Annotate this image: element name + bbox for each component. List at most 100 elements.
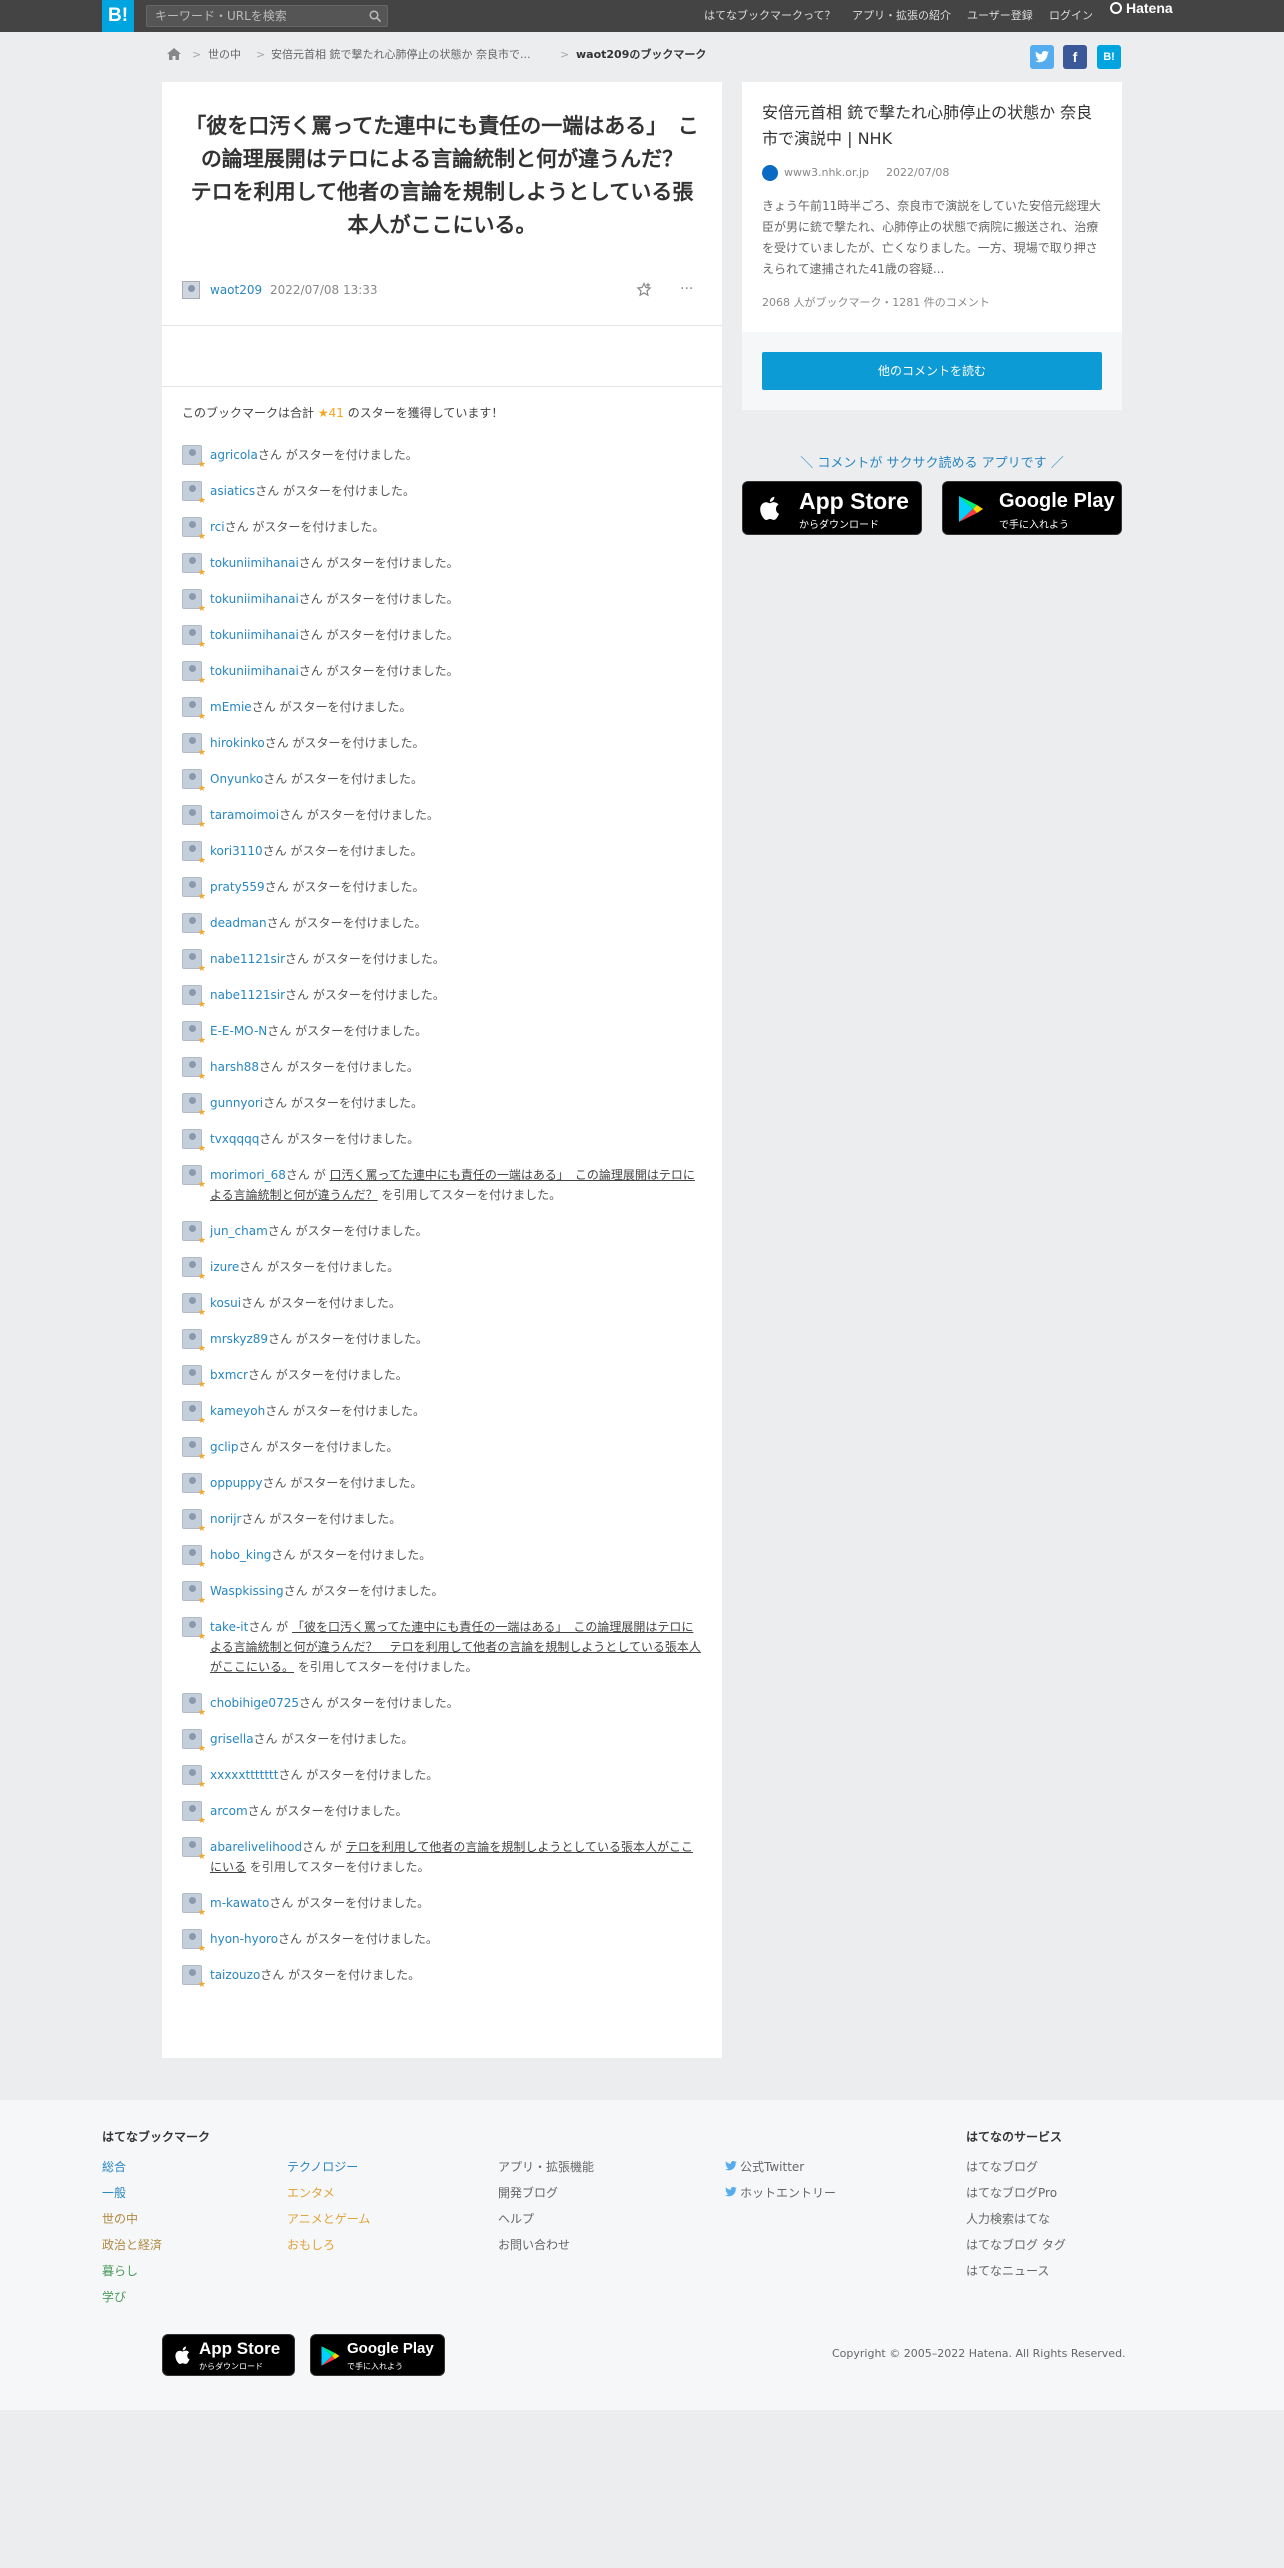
star-user-link[interactable]: tokuniimihanai bbox=[210, 556, 299, 570]
search-input[interactable]: キーワード・URLを検索 bbox=[146, 5, 388, 27]
avatar[interactable] bbox=[182, 1329, 206, 1354]
avatar[interactable] bbox=[182, 481, 206, 506]
avatar[interactable] bbox=[182, 517, 206, 542]
avatar[interactable] bbox=[182, 625, 206, 650]
avatar[interactable] bbox=[182, 1221, 206, 1246]
footer-link[interactable]: テクノロジー bbox=[287, 2158, 358, 2175]
star-user-link[interactable]: nabe1121sir bbox=[210, 952, 285, 966]
avatar[interactable] bbox=[182, 841, 206, 866]
star-user-link[interactable]: tokuniimihanai bbox=[210, 592, 299, 606]
avatar[interactable] bbox=[182, 1257, 206, 1282]
avatar[interactable] bbox=[182, 1437, 206, 1462]
star-user-link[interactable]: arcom bbox=[210, 1804, 248, 1818]
hatena-brand[interactable]: Hatena bbox=[1110, 0, 1173, 16]
star-user-link[interactable]: norijr bbox=[210, 1512, 241, 1526]
star-user-link[interactable]: chobihige0725 bbox=[210, 1696, 299, 1710]
avatar[interactable] bbox=[182, 1129, 206, 1154]
star-user-link[interactable]: xxxxxttttttt bbox=[210, 1768, 278, 1782]
footer-link[interactable]: ホットエントリー bbox=[725, 2184, 836, 2201]
footer-link[interactable]: 学び bbox=[102, 2288, 126, 2305]
nav-login[interactable]: ログイン bbox=[1049, 0, 1093, 32]
footer-link[interactable]: お問い合わせ bbox=[498, 2236, 570, 2253]
star-user-link[interactable]: deadman bbox=[210, 916, 267, 930]
avatar[interactable] bbox=[182, 1509, 206, 1534]
share-hatena-button[interactable]: B! bbox=[1097, 45, 1121, 69]
footer-link[interactable]: 開発ブログ bbox=[498, 2184, 558, 2201]
footer-link[interactable]: はてなニュース bbox=[966, 2262, 1049, 2279]
share-twitter-button[interactable] bbox=[1030, 45, 1054, 69]
footer-link[interactable]: 暮らし bbox=[102, 2262, 138, 2279]
footer-link[interactable]: ヘルプ bbox=[498, 2210, 534, 2227]
avatar[interactable] bbox=[182, 1473, 206, 1498]
star-user-link[interactable]: asiatics bbox=[210, 484, 255, 498]
avatar[interactable] bbox=[182, 1765, 206, 1790]
nav-about[interactable]: はてなブックマークって？ bbox=[704, 0, 835, 32]
footer-link[interactable]: 政治と経済 bbox=[102, 2236, 162, 2253]
avatar[interactable] bbox=[182, 877, 206, 902]
footer-link[interactable]: はてなブログPro bbox=[966, 2184, 1057, 2201]
nav-apps[interactable]: アプリ・拡張の紹介 bbox=[852, 0, 951, 32]
avatar[interactable] bbox=[182, 1165, 206, 1190]
share-facebook-button[interactable]: f bbox=[1063, 45, 1087, 69]
star-user-link[interactable]: tvxqqqq bbox=[210, 1132, 259, 1146]
avatar[interactable] bbox=[182, 1057, 206, 1082]
avatar[interactable] bbox=[182, 1693, 206, 1718]
bookmark-user-link[interactable]: waot209 bbox=[210, 283, 262, 297]
avatar[interactable] bbox=[182, 805, 206, 830]
star-user-link[interactable]: mEmie bbox=[210, 700, 252, 714]
avatar[interactable] bbox=[182, 949, 206, 974]
nav-register[interactable]: ユーザー登録 bbox=[967, 0, 1033, 32]
footer-google-play-badge[interactable]: Google Play で手に入れよう bbox=[310, 2334, 445, 2376]
home-icon[interactable] bbox=[166, 47, 182, 61]
footer-link[interactable]: アニメとゲーム bbox=[287, 2210, 370, 2227]
avatar[interactable] bbox=[182, 445, 206, 470]
star-user-link[interactable]: izure bbox=[210, 1260, 239, 1274]
footer-link[interactable]: おもしろ bbox=[287, 2236, 335, 2253]
footer-link[interactable]: 人力検索はてな bbox=[966, 2210, 1050, 2227]
star-user-link[interactable]: abarelivelihood bbox=[210, 1840, 302, 1854]
avatar[interactable] bbox=[182, 1617, 206, 1642]
avatar[interactable] bbox=[182, 1093, 206, 1118]
star-user-link[interactable]: gclip bbox=[210, 1440, 239, 1454]
avatar[interactable] bbox=[182, 697, 206, 722]
avatar[interactable] bbox=[182, 1837, 206, 1862]
star-user-link[interactable]: grisella bbox=[210, 1732, 254, 1746]
star-user-link[interactable]: kosui bbox=[210, 1296, 241, 1310]
avatar[interactable] bbox=[182, 589, 206, 614]
star-user-link[interactable]: agricola bbox=[210, 448, 258, 462]
avatar[interactable] bbox=[182, 733, 206, 758]
footer-app-store-badge[interactable]: App Store からダウンロード bbox=[162, 2334, 295, 2376]
avatar[interactable] bbox=[182, 1545, 206, 1570]
avatar[interactable] bbox=[182, 1729, 206, 1754]
app-store-badge[interactable]: App Store からダウンロード bbox=[742, 481, 922, 535]
entry-domain[interactable]: www3.nhk.or.jp bbox=[784, 166, 869, 179]
star-user-link[interactable]: take-it bbox=[210, 1620, 248, 1634]
avatar[interactable] bbox=[182, 985, 206, 1010]
avatar[interactable] bbox=[182, 281, 200, 299]
avatar[interactable] bbox=[182, 1801, 206, 1826]
avatar[interactable] bbox=[182, 661, 206, 686]
footer-link[interactable]: 公式Twitter bbox=[725, 2158, 804, 2175]
star-user-link[interactable]: kameyoh bbox=[210, 1404, 265, 1418]
star-user-link[interactable]: oppuppy bbox=[210, 1476, 263, 1490]
star-user-link[interactable]: taizouzo bbox=[210, 1968, 260, 1982]
star-user-link[interactable]: gunnyori bbox=[210, 1096, 263, 1110]
avatar[interactable] bbox=[182, 769, 206, 794]
footer-link[interactable]: はてなブログ タグ bbox=[966, 2236, 1066, 2253]
avatar[interactable] bbox=[182, 1581, 206, 1606]
avatar[interactable] bbox=[182, 553, 206, 578]
entry-title[interactable]: 安倍元首相 銃で撃たれ心肺停止の状態か 奈良市で演説中 | NHK bbox=[762, 100, 1106, 152]
google-play-badge[interactable]: Google Play で手に入れよう bbox=[942, 481, 1122, 535]
star-user-link[interactable]: hyon-hyoro bbox=[210, 1932, 278, 1946]
add-star-icon[interactable] bbox=[636, 282, 652, 298]
star-user-link[interactable]: bxmcr bbox=[210, 1368, 248, 1382]
footer-link[interactable]: はてなブログ bbox=[966, 2158, 1038, 2175]
read-comments-button[interactable]: 他のコメントを読む bbox=[762, 352, 1102, 390]
footer-link[interactable]: 一般 bbox=[102, 2184, 126, 2201]
star-user-link[interactable]: tokuniimihanai bbox=[210, 628, 299, 642]
star-user-link[interactable]: harsh88 bbox=[210, 1060, 259, 1074]
avatar[interactable] bbox=[182, 1965, 206, 1990]
star-user-link[interactable]: hirokinko bbox=[210, 736, 265, 750]
star-user-link[interactable]: jun_cham bbox=[210, 1224, 268, 1238]
avatar[interactable] bbox=[182, 1293, 206, 1318]
